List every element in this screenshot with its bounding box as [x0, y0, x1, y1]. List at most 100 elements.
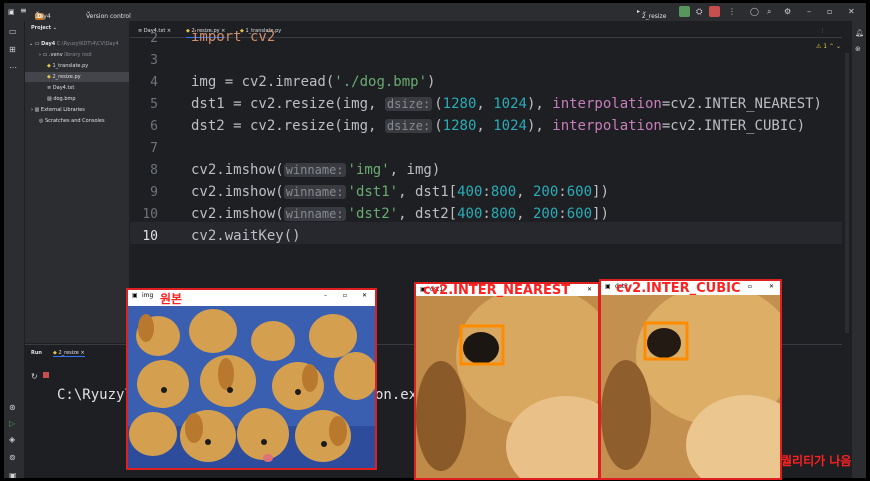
annotation-nearest: cv2.INTER_NEAREST	[423, 283, 571, 298]
tabs-more-icon[interactable]: ⋮	[820, 25, 825, 37]
tree-item-day4txt[interactable]: ≡ Day4.txt	[47, 83, 129, 93]
close-icon[interactable]: ✕	[848, 7, 855, 16]
code-token: ,	[516, 206, 533, 222]
code-token: ),	[526, 96, 553, 112]
run-tool-icon[interactable]: ▷	[9, 419, 15, 428]
minimize-icon[interactable]: –	[324, 290, 327, 301]
code-token: (	[434, 118, 443, 134]
tree-item-label: dog.bmp	[53, 96, 76, 102]
import-line-partial: import cv2	[191, 29, 276, 45]
search-icon[interactable]: ⌕	[767, 7, 771, 17]
run-config-label: 2_resize	[641, 13, 667, 20]
inlay-hint: winname:	[283, 163, 346, 177]
folder-icon[interactable]: ▭	[9, 27, 17, 36]
code-token: ])	[592, 206, 609, 222]
window-icon: ▣	[132, 292, 138, 299]
tree-item-label: External Libraries	[40, 107, 85, 113]
layers-icon[interactable]: ◈	[9, 435, 15, 444]
maximize-icon[interactable]: ▫	[748, 281, 752, 292]
line-number: 6	[150, 119, 158, 134]
rerun-button[interactable]	[679, 6, 690, 17]
text-file-icon: ≡	[47, 85, 52, 91]
line-number: 4	[150, 75, 158, 90]
code-token: cv2.imshow(	[191, 184, 284, 200]
opencv-window-dst2[interactable]: ▣ dst2 ▫ ✕	[599, 279, 782, 480]
inlay-hint: winname:	[283, 185, 346, 199]
code-line-dst1: dst1 = cv2.resize(img, dsize: (1280, 1024…	[191, 96, 822, 112]
debug-icon[interactable]: ⛭	[696, 7, 702, 17]
warning-indicator[interactable]: ⚠ 1 ⌃ ⌄	[816, 43, 841, 50]
code-number: 1280	[442, 96, 477, 112]
project-title-label: Project	[31, 25, 52, 31]
more-icon[interactable]: ⋮	[728, 7, 736, 16]
notifications-icon[interactable]: 🔔︎	[855, 29, 864, 37]
editor-scrollbar[interactable]	[845, 53, 849, 333]
app-logo-icon[interactable]: ▣	[8, 8, 15, 16]
vcs-label: Version control	[86, 13, 131, 20]
python-file-icon: ◆	[47, 63, 51, 69]
close-icon[interactable]: ✕	[587, 284, 592, 295]
code-string: 'img'	[347, 162, 390, 178]
close-icon[interactable]: ✕	[769, 281, 774, 292]
run-tab-label[interactable]: Run	[31, 350, 42, 356]
title-bar: ▣ ≡ D Day4 ⌄ Version control ⌄ ▸ 2_resiz…	[4, 3, 866, 21]
minimize-icon[interactable]: –	[807, 7, 811, 16]
opencv-window-img[interactable]: ▣ img – ▫ ✕	[126, 288, 377, 470]
project-name: Day4	[35, 13, 51, 20]
code-token: =cv2.INTER_NEAREST)	[661, 96, 822, 112]
code-token: )	[427, 74, 436, 90]
tree-item-external-libs[interactable]: › ▥ External Libraries	[31, 105, 129, 115]
project-panel-title[interactable]: Project ⌄	[31, 23, 129, 33]
tree-item-scratches[interactable]: ◎ Scratches and Consoles	[39, 116, 129, 126]
tree-item-venv[interactable]: › ▭ .venv library root	[39, 50, 129, 60]
annotation-quality-note: 퀄리티가 나음	[781, 454, 852, 468]
code-token: cv2.imshow(	[191, 162, 284, 178]
code-number: 800	[490, 184, 517, 200]
code-number: 1024	[493, 118, 527, 134]
more-tools-icon[interactable]: ⋯	[9, 63, 17, 72]
code-number: 800	[490, 206, 517, 222]
line-number: 7	[150, 141, 158, 156]
opencv-window-dst1[interactable]: ▣ dst1 ✕	[414, 282, 600, 480]
right-toolbar: 🔔︎ ⊛	[852, 21, 866, 478]
code-token: dst1 = cv2.resize(img,	[191, 96, 385, 112]
code-token: , img)	[389, 162, 441, 178]
code-token: ,	[516, 184, 533, 200]
left-toolbar: ▭ ⊞ ⋯ ⊛ ▷ ◈ ⊚ ▣	[4, 21, 25, 478]
tree-item-resize[interactable]: ◆ 2_resize.py	[25, 72, 129, 82]
python-file-icon: ◆	[47, 74, 51, 80]
account-icon[interactable]: ◯	[750, 7, 759, 16]
stop-run-icon[interactable]	[43, 372, 49, 378]
rerun-icon[interactable]: ↻	[31, 372, 38, 381]
ai-assistant-icon[interactable]: ⊛	[855, 45, 861, 53]
line-number: 9	[150, 185, 158, 200]
code-token: dst2 = cv2.resize(img,	[191, 118, 385, 134]
maximize-icon[interactable]: ▫	[343, 290, 347, 301]
code-token: ,	[476, 96, 494, 112]
code-token: cv2.waitKey()	[191, 228, 301, 244]
code-token: :	[482, 206, 491, 222]
console-output[interactable]: C:\Ryuzy\	[57, 387, 133, 403]
services-icon[interactable]: ⊚	[9, 453, 16, 462]
code-keyword-arg: interpolation	[552, 118, 662, 134]
stop-button[interactable]	[709, 6, 720, 17]
code-token: img = cv2.imread(	[191, 74, 335, 90]
main-menu-icon[interactable]: ≡	[20, 6, 27, 15]
vcs-menu[interactable]: Version control ⌄	[86, 8, 131, 20]
project-switcher[interactable]: D Day4 ⌄	[35, 8, 51, 20]
code-token: :	[558, 206, 567, 222]
structure-icon[interactable]: ⊞	[9, 45, 16, 54]
tree-item-dogbmp[interactable]: ▨ dog.bmp	[47, 94, 129, 104]
tree-root[interactable]: ⌄ ▭ Day4 C:\Ryuzy\KDT\4\CV\Day4	[29, 39, 129, 49]
tree-item-translate[interactable]: ◆ 1_translate.py	[47, 61, 129, 71]
run-config-selector[interactable]: ▸ 2_resize ⌄	[637, 8, 666, 20]
settings-icon[interactable]: ⚙	[784, 7, 791, 16]
close-icon[interactable]: ✕	[362, 290, 367, 301]
maximize-icon[interactable]: ▫	[827, 7, 832, 16]
code-number: 600	[566, 206, 593, 222]
annotation-original: 원본	[160, 292, 183, 306]
project-panel: Project ⌄ ⌄ ▭ Day4 C:\Ryuzy\KDT\4\CV\Day…	[25, 21, 129, 343]
python-packages-icon[interactable]: ⊛	[9, 403, 16, 412]
terminal-icon[interactable]: ▣	[9, 471, 17, 478]
run-config-tab[interactable]: ◆ 2_resize ×	[53, 350, 85, 357]
